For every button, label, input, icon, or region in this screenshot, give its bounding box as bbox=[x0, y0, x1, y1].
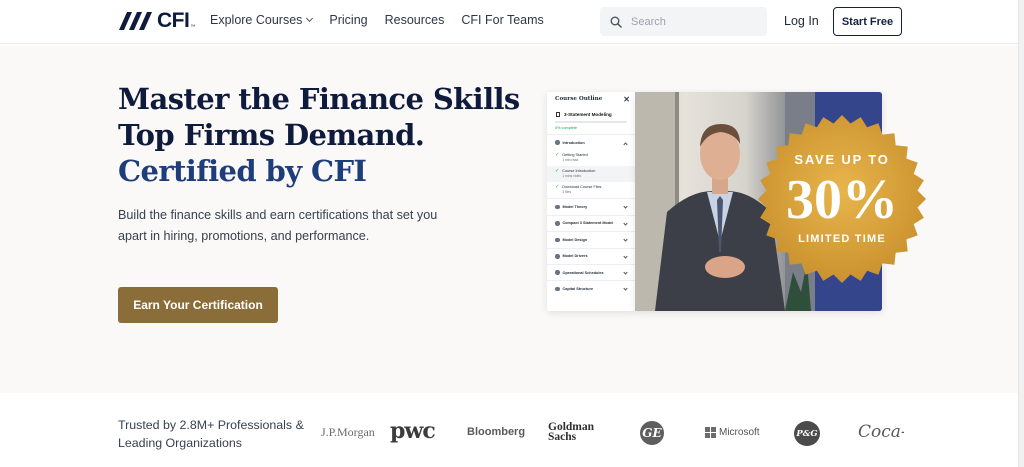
check-icon: ✓ bbox=[555, 168, 560, 175]
section-model-drivers[interactable]: Model Drivers bbox=[547, 247, 635, 264]
course-outline-header: Course Outline ✕ bbox=[547, 92, 635, 108]
logo-text: CFI bbox=[157, 9, 190, 32]
lesson-meta: 3 files bbox=[562, 190, 572, 195]
trust-statement: Trusted by 2.8M+ Professionals & Leading… bbox=[118, 418, 304, 450]
lesson-title: Getting Started bbox=[562, 153, 588, 158]
lesson-title: Course Introduction bbox=[562, 169, 596, 174]
section-label: Model Drivers bbox=[562, 254, 588, 259]
site-header: CFI ™ Explore Courses Pricing Resources … bbox=[0, 0, 1018, 44]
badge-save-up-to: SAVE UP TO bbox=[794, 152, 890, 167]
section-introduction[interactable]: Introduction bbox=[547, 134, 635, 150]
lesson-item-active[interactable]: ✓ Course Introduction 1 mins video bbox=[547, 166, 635, 183]
chevron-down-icon bbox=[623, 253, 628, 259]
pwc-logo: pwc bbox=[390, 418, 436, 444]
ge-logo: GE bbox=[640, 421, 664, 445]
hero-subtitle: Build the finance skills and earn certif… bbox=[118, 208, 438, 243]
logo-trademark: ™ bbox=[190, 24, 196, 30]
course-name: 3-Statement Modeling bbox=[564, 112, 612, 117]
login-link[interactable]: Log In bbox=[784, 14, 819, 28]
lesson-item[interactable]: ✓ Download Course Files 3 files bbox=[547, 182, 635, 198]
section-status-icon bbox=[555, 140, 560, 145]
section-label: Operational Schedules bbox=[562, 270, 604, 275]
chevron-down-icon bbox=[623, 204, 628, 210]
bookmark-icon bbox=[556, 112, 560, 117]
section-label: Compact 3 Statement Model bbox=[562, 221, 614, 226]
hero-title-line-2: Top Firms Demand. bbox=[118, 118, 425, 152]
goldman-sachs-logo-line2: Sachs bbox=[548, 431, 577, 443]
main-nav: Explore Courses Pricing Resources CFI Fo… bbox=[210, 13, 561, 27]
badge-percent: 30% bbox=[786, 169, 898, 231]
start-free-button[interactable]: Start Free bbox=[833, 7, 902, 36]
course-outline-title: Course Outline bbox=[555, 96, 603, 102]
microsoft-logo-text: Microsoft bbox=[719, 427, 760, 438]
search-input[interactable] bbox=[631, 15, 751, 28]
section-model-design[interactable]: Model Design bbox=[547, 231, 635, 247]
search-icon bbox=[610, 16, 622, 28]
section-label: Model Theory bbox=[562, 205, 588, 210]
chevron-down-icon bbox=[623, 270, 628, 275]
section-status-icon bbox=[555, 237, 560, 243]
course-outline-panel: Course Outline ✕ 3-Statement Modeling 0%… bbox=[547, 92, 635, 311]
jpmorgan-logo: J.P.Morgan bbox=[321, 425, 375, 439]
check-icon: ✓ bbox=[555, 184, 560, 191]
section-status-icon bbox=[555, 204, 560, 210]
cfi-logo-icon bbox=[119, 12, 152, 30]
lesson-meta: 1 min read bbox=[562, 158, 579, 163]
section-compact-3-statement-model[interactable]: Compact 3 Statement Model bbox=[547, 214, 635, 231]
hero-title-line-3: Certified by CFI bbox=[118, 154, 367, 188]
check-icon: ✓ bbox=[555, 152, 560, 159]
section-status-icon bbox=[555, 221, 560, 226]
chevron-down-icon bbox=[623, 237, 628, 242]
chevron-down-icon bbox=[306, 14, 314, 23]
section-label: Model Design bbox=[562, 237, 588, 242]
search-box[interactable] bbox=[600, 7, 767, 36]
lesson-item[interactable]: ✓ Getting Started 1 min read bbox=[547, 150, 635, 166]
earn-certification-button[interactable]: Earn Your Certification bbox=[118, 287, 278, 323]
nav-explore-courses-label: Explore Courses bbox=[210, 13, 303, 27]
nav-explore-courses[interactable]: Explore Courses bbox=[210, 13, 314, 27]
section-capital-structure[interactable]: Capital Structure bbox=[547, 280, 635, 296]
chevron-down-icon bbox=[623, 221, 628, 226]
course-name-row: 3-Statement Modeling bbox=[547, 108, 635, 117]
nav-cfi-for-teams[interactable]: CFI For Teams bbox=[461, 13, 543, 27]
course-progress-text: 0% complete bbox=[555, 126, 577, 130]
nav-pricing[interactable]: Pricing bbox=[329, 13, 367, 27]
section-label: Capital Structure bbox=[562, 287, 594, 292]
section-model-theory[interactable]: Model Theory bbox=[547, 198, 635, 214]
microsoft-grid-icon bbox=[705, 427, 716, 438]
bloomberg-logo: Bloomberg bbox=[467, 426, 526, 438]
microsoft-logo: Microsoft bbox=[705, 427, 760, 438]
lesson-title: Download Course Files bbox=[562, 185, 602, 190]
section-operational-schedules[interactable]: Operational Schedules bbox=[547, 263, 635, 280]
nav-resources[interactable]: Resources bbox=[385, 13, 445, 27]
goldman-sachs-logo: Goldman Sachs bbox=[548, 421, 594, 443]
close-icon[interactable]: ✕ bbox=[623, 94, 630, 104]
coca-cola-logo: Coca-Cola bbox=[858, 422, 904, 442]
section-status-icon bbox=[555, 254, 560, 259]
chevron-up-icon bbox=[623, 142, 628, 147]
hero-title-line-1: Master the Finance Skills bbox=[118, 82, 520, 116]
cfi-logo[interactable]: CFI ™ bbox=[118, 9, 195, 33]
pg-logo: P&G bbox=[794, 421, 820, 446]
section-status-icon bbox=[555, 270, 560, 275]
page-scrollbar[interactable] bbox=[1018, 0, 1024, 467]
badge-limited-time: LIMITED TIME bbox=[798, 233, 886, 245]
section-status-icon bbox=[555, 286, 560, 292]
lesson-meta: 1 mins video bbox=[562, 174, 582, 179]
chevron-down-icon bbox=[623, 286, 628, 291]
section-label: Introduction bbox=[562, 140, 585, 145]
